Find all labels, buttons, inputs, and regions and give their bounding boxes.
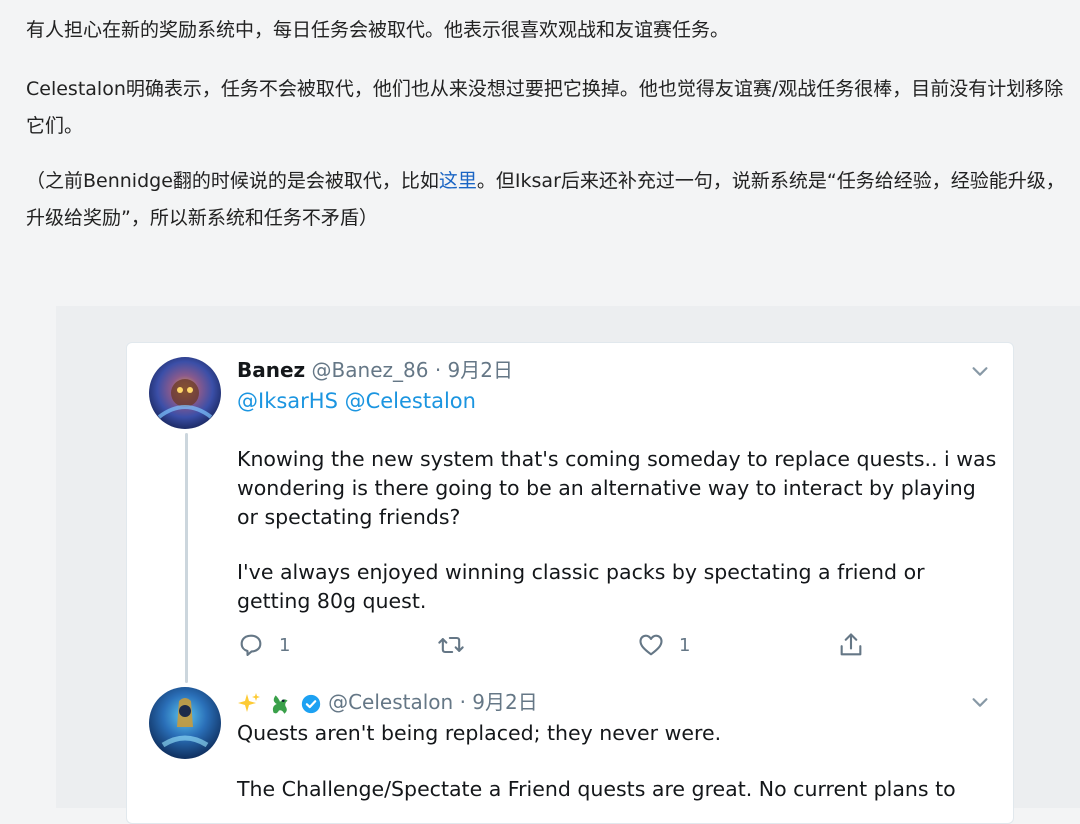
avatar-banez[interactable] <box>149 357 221 429</box>
tweet1-text-paragraph-2: I've always enjoyed winning classic pack… <box>237 560 925 613</box>
tweet2-date[interactable]: 9月2日 <box>472 690 537 714</box>
like-action[interactable]: 1 <box>637 631 690 659</box>
thread-connector-line <box>185 433 188 683</box>
article-paragraph-3: （之前Bennidge翻的时候说的是会被取代，比如这里。但Iksar后来还补充过… <box>26 163 1066 237</box>
sparkles-emoji <box>238 692 260 712</box>
tweet2-header: @Celestalon · 9月2日 <box>237 689 538 717</box>
tweet2-text: Quests aren't being replaced; they never… <box>237 719 997 804</box>
reply-icon[interactable] <box>237 631 265 659</box>
share-action[interactable] <box>837 631 865 659</box>
tweet1-author-name[interactable]: Banez <box>237 358 305 382</box>
verified-badge-icon <box>301 694 320 713</box>
chevron-down-icon[interactable] <box>969 691 991 713</box>
like-count: 1 <box>679 634 691 656</box>
article-link-here[interactable]: 这里 <box>439 170 477 192</box>
tweet1-date[interactable]: 9月2日 <box>448 358 513 382</box>
retweet-icon[interactable] <box>437 631 465 659</box>
chevron-down-icon[interactable] <box>969 360 991 382</box>
article-paragraph-2: Celestalon明确表示，任务不会被取代，他们也从来没想过要把它换掉。他也觉… <box>26 78 1064 137</box>
reply-action[interactable]: 1 <box>237 631 290 659</box>
tweet1-text: Knowing the new system that's coming som… <box>237 445 997 616</box>
share-icon[interactable] <box>837 631 865 659</box>
article-paragraph-1: 有人担心在新的奖励系统中，每日任务会被取代。他表示很喜欢观战和友谊赛任务。 <box>26 19 730 41</box>
article-body: 有人担心在新的奖励系统中，每日任务会被取代。他表示很喜欢观战和友谊赛任务。 Ce… <box>26 12 1066 255</box>
tweet2-text-paragraph-2: The Challenge/Spectate a Friend quests a… <box>237 777 956 801</box>
avatar-celestalon[interactable] <box>149 687 221 759</box>
tweet1-text-paragraph-1: Knowing the new system that's coming som… <box>237 447 997 529</box>
article-paragraph-3-start: （之前Bennidge翻的时候说的是会被取代，比如 <box>26 170 439 192</box>
tweet2-handle[interactable]: @Celestalon <box>328 690 453 714</box>
tweet1-handle[interactable]: @Banez_86 <box>312 358 429 382</box>
like-icon[interactable] <box>637 631 665 659</box>
dragon-emoji <box>273 694 288 714</box>
tweet1-actions: 1 1 <box>237 631 897 661</box>
retweet-action[interactable] <box>437 631 465 659</box>
tweet-embed-card[interactable]: Banez @Banez_86 · 9月2日 @IksarHS @Celesta… <box>126 342 1014 824</box>
tweet1-mentions[interactable]: @IksarHS @Celestalon <box>237 389 476 413</box>
reply-count: 1 <box>279 634 291 656</box>
tweet1-header: Banez @Banez_86 · 9月2日 <box>237 357 513 383</box>
tweet2-text-paragraph-1: Quests aren't being replaced; they never… <box>237 721 722 745</box>
tweet1-separator: · <box>434 358 442 382</box>
tweet2-separator: · <box>459 690 466 714</box>
